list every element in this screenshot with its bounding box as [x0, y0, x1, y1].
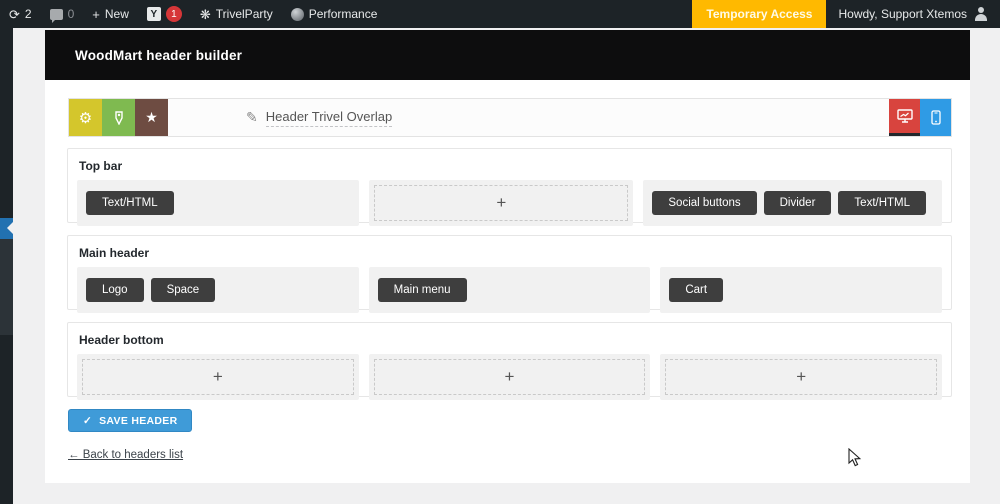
- page-title: WoodMart header builder: [75, 47, 243, 63]
- temporary-access-button[interactable]: Temporary Access: [692, 0, 827, 28]
- plus-icon: +: [212, 367, 223, 386]
- plus-icon: +: [496, 193, 507, 212]
- add-element-dropzone[interactable]: +: [374, 185, 629, 221]
- yoast-menu-item[interactable]: Y 1: [138, 0, 191, 28]
- notification-badge: 1: [165, 6, 182, 22]
- performance-icon: [290, 7, 304, 21]
- header-name-value[interactable]: Header Trivel Overlap: [265, 109, 393, 127]
- presets-button[interactable]: [102, 99, 135, 136]
- user-avatar-icon: [974, 7, 988, 21]
- snowflake-icon: ❋: [199, 6, 211, 22]
- star-icon: ★: [145, 109, 158, 125]
- element-button[interactable]: Cart: [669, 278, 724, 302]
- section-label: Header bottom: [79, 333, 164, 347]
- save-header-button[interactable]: ✓ SAVE HEADER: [68, 409, 193, 432]
- add-element-dropzone[interactable]: +: [82, 359, 354, 395]
- builder-cell[interactable]: +: [660, 354, 943, 400]
- gear-icon: ⚙: [78, 109, 93, 127]
- element-button[interactable]: Text/HTML: [838, 191, 927, 215]
- element-button[interactable]: Main menu: [377, 278, 467, 302]
- howdy-label: Howdy, Support Xtemos: [838, 7, 967, 21]
- builder-cell[interactable]: Main menu: [368, 267, 651, 313]
- comments-count: 0: [67, 7, 75, 21]
- yoast-icon: Y: [146, 7, 161, 21]
- updates-count: 2: [24, 7, 32, 21]
- pencil-icon: ✎: [246, 109, 258, 125]
- header-builder-card: ⚙ ★ ✎ Header Trivel Overlap Top bar Text…: [45, 80, 970, 483]
- section-label: Top bar: [79, 159, 123, 173]
- save-header-label: SAVE HEADER: [99, 414, 178, 427]
- check-icon: ✓: [83, 414, 93, 427]
- element-button[interactable]: Space: [150, 278, 216, 302]
- new-label: New: [104, 7, 129, 21]
- plus-icon: +: [92, 6, 100, 22]
- tag-icon: [112, 110, 126, 125]
- mobile-icon: [930, 110, 941, 125]
- back-to-headers-link[interactable]: ← Back to headers list: [68, 449, 183, 461]
- add-element-dropzone[interactable]: +: [373, 359, 646, 395]
- element-button[interactable]: Text/HTML: [86, 191, 174, 215]
- header-section-panel: Main header Logo Space Main menu Cart: [67, 235, 952, 313]
- account-menu-item[interactable]: Howdy, Support Xtemos: [826, 0, 1000, 28]
- builder-cell[interactable]: Logo Space: [77, 267, 359, 313]
- desktop-icon: [896, 109, 913, 123]
- builder-cell[interactable]: Social buttons Divider Text/HTML: [643, 180, 943, 226]
- wp-admin-bar: ⟳ 2 0 + New Y 1 ❋ TrivelParty Performanc…: [0, 0, 1000, 28]
- page-title-bar: WoodMart header builder: [45, 30, 970, 80]
- header-name-field[interactable]: ✎ Header Trivel Overlap: [246, 99, 393, 136]
- favorites-button[interactable]: ★: [135, 99, 168, 136]
- header-section-panel: Top bar Text/HTML + Social buttons Divider Te…: [67, 148, 952, 226]
- add-element-dropzone[interactable]: +: [665, 359, 938, 395]
- updates-menu-item[interactable]: ⟳ 2: [0, 0, 41, 28]
- element-button[interactable]: Divider: [763, 191, 832, 215]
- builder-sections: Top bar Text/HTML + Social buttons Divider Te…: [67, 148, 952, 409]
- builder-cell[interactable]: +: [368, 354, 651, 400]
- section-cell-row: + + +: [77, 354, 943, 400]
- performance-menu-item[interactable]: Performance: [282, 0, 387, 28]
- new-content-menu-item[interactable]: + New: [83, 0, 138, 28]
- builder-cell[interactable]: +: [77, 354, 359, 400]
- updates-icon: ⟳: [9, 6, 20, 22]
- comments-menu-item[interactable]: 0: [41, 0, 84, 28]
- site-menu-item[interactable]: ❋ TrivelParty: [191, 0, 282, 28]
- desktop-view-button[interactable]: [889, 99, 920, 136]
- sidebar-submenu-block: [0, 239, 13, 335]
- settings-button[interactable]: ⚙: [69, 99, 102, 136]
- section-cell-row: Logo Space Main menu Cart: [77, 267, 943, 313]
- section-cell-row: Text/HTML + Social buttons Divider Text/HTML: [77, 180, 943, 226]
- plus-icon: +: [796, 367, 807, 386]
- header-section-panel: Header bottom + + +: [67, 322, 952, 400]
- builder-cell[interactable]: Cart: [660, 267, 943, 313]
- temporary-access-label: Temporary Access: [706, 7, 813, 21]
- builder-toolbar: ⚙ ★ ✎ Header Trivel Overlap: [68, 98, 952, 137]
- mobile-view-button[interactable]: [920, 99, 951, 136]
- comments-icon: [49, 8, 63, 23]
- section-label: Main header: [79, 246, 150, 260]
- site-name-label: TrivelParty: [215, 7, 273, 21]
- builder-cell[interactable]: Text/HTML: [77, 180, 360, 226]
- element-button[interactable]: Social buttons: [652, 191, 757, 215]
- builder-cell[interactable]: +: [369, 180, 634, 226]
- sidebar-active-item[interactable]: [0, 218, 13, 239]
- element-button[interactable]: Logo: [86, 278, 144, 302]
- plus-icon: +: [504, 367, 515, 386]
- admin-sidebar-rail[interactable]: [0, 28, 13, 504]
- performance-label: Performance: [308, 7, 378, 21]
